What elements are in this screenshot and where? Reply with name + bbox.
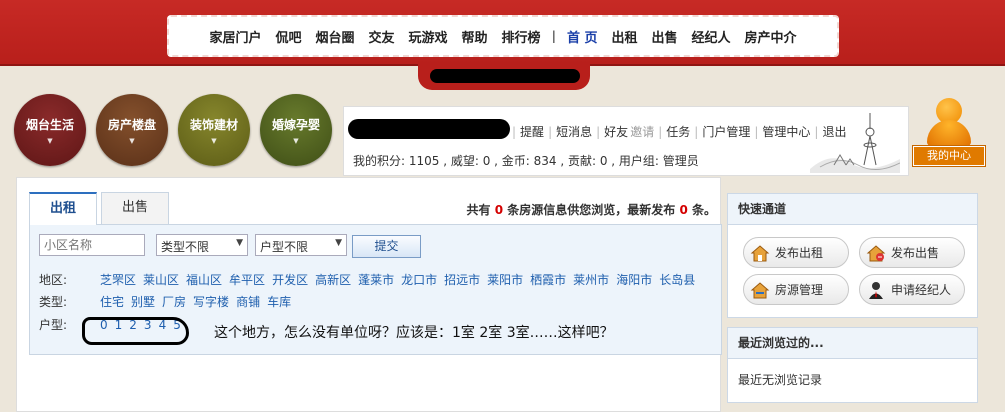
nav-games[interactable]: 玩游戏 <box>409 27 448 46</box>
nav-agency[interactable]: 房产中介 <box>745 27 797 46</box>
house-manage-icon <box>750 281 770 298</box>
area-link[interactable]: 开发区 <box>272 271 308 288</box>
listing-summary: 共有 0 条房源信息供您浏览，最新发布 0 条。 <box>466 203 716 217</box>
area-link[interactable]: 莱阳市 <box>487 271 523 288</box>
nav-ranking[interactable]: 排行榜 <box>502 27 541 46</box>
link-reminders[interactable]: 提醒 <box>520 123 544 140</box>
user-links: | 提醒 | 短消息 | 好友 邀请 | 任务 | 门户管理 | 管理中心 | … <box>512 123 847 140</box>
category-label: 房产楼盘 <box>107 117 156 132</box>
category-property[interactable]: 房产楼盘 ▼ <box>96 94 168 166</box>
latest-count: 0 <box>679 203 688 217</box>
type-filter-row: 类型: 住宅 别墅 厂房 写字楼 商铺 车库 <box>39 293 298 310</box>
tab-rent[interactable]: 出租 <box>29 192 97 225</box>
nav-yantai-circle[interactable]: 烟台圈 <box>315 27 354 46</box>
area-link[interactable]: 长岛县 <box>659 271 695 288</box>
area-filter-row: 地区: 芝罘区 莱山区 福山区 牟平区 开发区 高新区 蓬莱市 龙口市 招远市 … <box>39 271 702 288</box>
category-label: 烟台生活 <box>25 117 74 132</box>
tv-tower-illustration <box>810 113 900 173</box>
house-sale-icon <box>866 244 886 261</box>
area-link[interactable]: 高新区 <box>315 271 351 288</box>
nav-dating[interactable]: 交友 <box>369 27 395 46</box>
tab-sale[interactable]: 出售 <box>101 192 169 224</box>
redacted-title <box>430 69 580 83</box>
publish-rent-button[interactable]: 发布出租 <box>743 237 849 268</box>
recent-empty-text: 最近无浏览记录 <box>738 373 823 387</box>
caret-down-icon: ▼ <box>293 136 299 145</box>
area-link[interactable]: 芝罘区 <box>100 271 136 288</box>
main-nav: 家居门户 侃吧 烟台圈 交友 玩游戏 帮助 排行榜 | 首 页 出租 出售 经纪… <box>167 15 839 57</box>
category-decoration[interactable]: 装饰建材 ▼ <box>178 94 250 166</box>
type-link[interactable]: 商铺 <box>236 293 260 310</box>
recent-viewed-box: 最近浏览过的... 最近无浏览记录 <box>727 327 978 403</box>
type-select[interactable]: 类型不限 ▼ <box>156 234 248 256</box>
site-title-tab <box>418 64 590 90</box>
area-link[interactable]: 蓬莱市 <box>358 271 394 288</box>
link-friends[interactable]: 好友 <box>604 123 628 140</box>
area-link[interactable]: 牟平区 <box>229 271 265 288</box>
caret-down-icon: ▼ <box>129 136 135 145</box>
redacted-username <box>348 119 510 139</box>
nav-home-portal[interactable]: 家居门户 <box>209 27 261 46</box>
area-link[interactable]: 招远市 <box>444 271 480 288</box>
link-messages[interactable]: 短消息 <box>556 123 592 140</box>
community-name-input[interactable] <box>39 234 145 256</box>
nav-home[interactable]: 首 页 <box>567 27 598 46</box>
agent-icon <box>869 281 883 299</box>
area-link[interactable]: 龙口市 <box>401 271 437 288</box>
type-link[interactable]: 住宅 <box>100 293 124 310</box>
type-link[interactable]: 别墅 <box>131 293 155 310</box>
area-label: 地区: <box>39 273 68 287</box>
my-center-button[interactable]: 我的中心 <box>912 96 986 168</box>
area-link[interactable]: 莱州市 <box>573 271 609 288</box>
type-link[interactable]: 写字楼 <box>193 293 229 310</box>
area-link[interactable]: 福山区 <box>186 271 222 288</box>
category-label: 婚嫁孕婴 <box>271 117 320 132</box>
hand-drawn-highlight <box>82 317 189 345</box>
quick-access-title: 快速通道 <box>728 194 977 225</box>
property-management-button[interactable]: 房源管理 <box>743 274 849 305</box>
nav-rent[interactable]: 出租 <box>611 27 637 46</box>
caret-down-icon: ▼ <box>47 136 53 145</box>
link-tasks[interactable]: 任务 <box>666 123 690 140</box>
nav-help[interactable]: 帮助 <box>462 27 488 46</box>
type-label: 类型: <box>39 295 68 309</box>
nav-separator: | <box>551 29 556 43</box>
search-area: 类型不限 ▼ 户型不限 ▼ 提交 地区: 芝罘区 莱山区 福山区 牟平区 开发区… <box>29 225 722 355</box>
dropdown-arrow-icon: ▼ <box>335 238 342 248</box>
house-icon <box>750 244 770 261</box>
area-link[interactable]: 莱山区 <box>143 271 179 288</box>
quick-access-box: 快速通道 发布出租 发布出售 房源管理 申请经纪人 <box>727 193 978 318</box>
caret-down-icon: ▼ <box>211 136 217 145</box>
listing-tabs: 出租 出售 <box>29 192 173 225</box>
category-label: 装饰建材 <box>189 117 238 132</box>
publish-sale-button[interactable]: 发布出售 <box>859 237 965 268</box>
nav-sale[interactable]: 出售 <box>652 27 678 46</box>
annotation-note: 这个地方，怎么没有单位呀？应该是：1室 2室 3室……这样吧？ <box>214 325 614 341</box>
type-link[interactable]: 厂房 <box>162 293 186 310</box>
layout-select[interactable]: 户型不限 ▼ <box>255 234 347 256</box>
listing-panel: 出租 出售 共有 0 条房源信息供您浏览，最新发布 0 条。 类型不限 ▼ 户型… <box>16 177 722 412</box>
category-wedding[interactable]: 婚嫁孕婴 ▼ <box>260 94 332 166</box>
user-info-bar: | 提醒 | 短消息 | 好友 邀请 | 任务 | 门户管理 | 管理中心 | … <box>343 106 909 176</box>
dropdown-arrow-icon: ▼ <box>236 238 243 248</box>
recent-viewed-title: 最近浏览过的... <box>728 328 977 359</box>
type-link[interactable]: 车库 <box>267 293 291 310</box>
area-link[interactable]: 海阳市 <box>616 271 652 288</box>
my-center-label: 我的中心 <box>912 145 986 167</box>
apply-agent-button[interactable]: 申请经纪人 <box>859 274 965 305</box>
nav-agent[interactable]: 经纪人 <box>692 27 731 46</box>
category-life[interactable]: 烟台生活 ▼ <box>14 94 86 166</box>
link-invite[interactable]: 邀请 <box>630 123 654 140</box>
nav-chat[interactable]: 侃吧 <box>275 27 301 46</box>
total-count: 0 <box>494 203 504 217</box>
submit-button[interactable]: 提交 <box>352 235 421 258</box>
link-portal-admin[interactable]: 门户管理 <box>702 123 750 140</box>
link-admin-center[interactable]: 管理中心 <box>762 123 810 140</box>
top-banner: 家居门户 侃吧 烟台圈 交友 玩游戏 帮助 排行榜 | 首 页 出租 出售 经纪… <box>0 0 1005 66</box>
user-stats: 我的积分: 1105 , 威望: 0 , 金币: 834 , 贡献: 0 , 用… <box>353 154 699 168</box>
area-link[interactable]: 栖霞市 <box>530 271 566 288</box>
